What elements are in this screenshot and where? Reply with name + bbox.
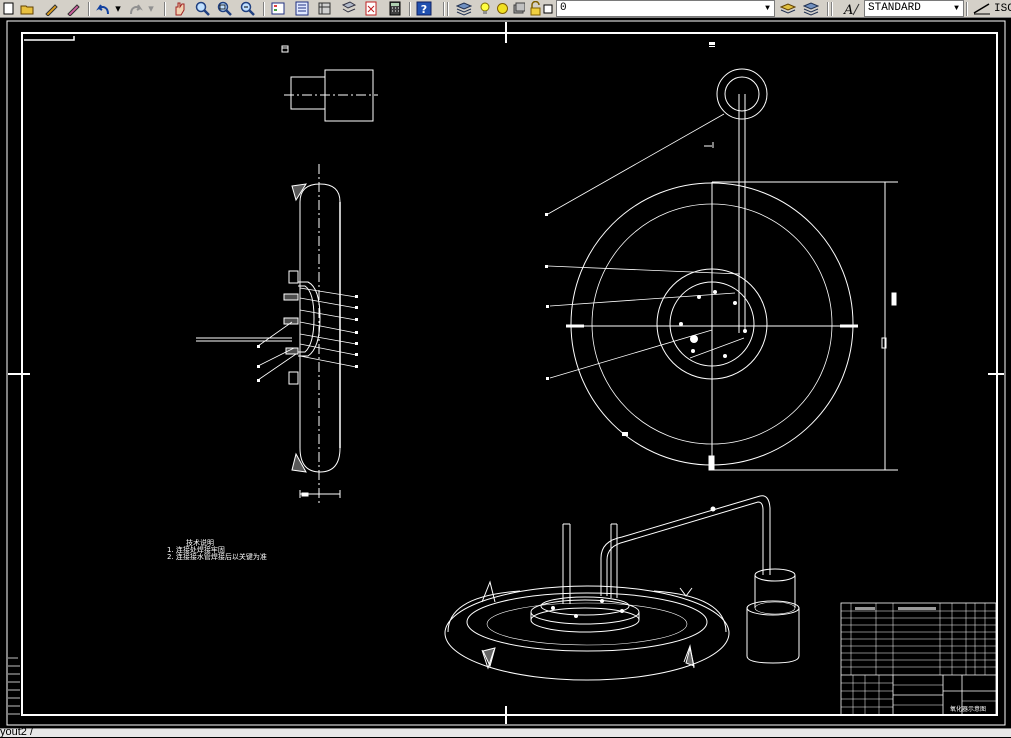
freeze-icon[interactable] — [511, 0, 525, 17]
text-style-combo[interactable]: STANDARD ▼ — [864, 0, 964, 17]
layer-combo-value: 0 — [560, 2, 567, 14]
svg-text:A: A — [843, 3, 853, 16]
dim-style-icon[interactable] — [971, 0, 993, 17]
layout-tab[interactable]: yout2 / — [0, 726, 33, 738]
open-icon[interactable] — [19, 0, 35, 17]
plan-view — [545, 42, 898, 471]
drawing-canvas[interactable]: 技术说明 1. 连接处焊接牢固 2. 连接接水管焊接后以关键为准 氧化器示意图 — [0, 18, 1011, 728]
title-block-drawing-name: 氧化器示意图 — [950, 705, 986, 713]
tool-palettes-icon[interactable] — [316, 0, 334, 17]
lock-icon[interactable] — [528, 0, 542, 17]
markup-icon[interactable] — [362, 0, 380, 17]
zoom-previous-icon[interactable] — [239, 0, 257, 17]
outer-frame — [6, 20, 1006, 726]
layer-state-icon[interactable] — [802, 0, 820, 17]
zoom-window-icon[interactable] — [216, 0, 234, 17]
redo-dropdown-icon[interactable]: ▾ — [146, 0, 156, 17]
text-style-icon[interactable]: A — [840, 0, 862, 17]
calculator-icon[interactable] — [386, 0, 404, 17]
eraser-icon[interactable] — [65, 0, 81, 17]
properties-icon[interactable] — [269, 0, 287, 17]
help-icon[interactable]: ? — [415, 0, 433, 17]
standard-toolbar: ▾ ▾ ? 0 ▼ A STANDARD ▼ ISC — [0, 0, 1011, 18]
layer-manager-icon[interactable] — [455, 0, 473, 17]
section-view — [196, 164, 358, 504]
svg-text:?: ? — [421, 3, 427, 16]
technical-notes-line-2: 2. 连接接水管焊接后以关键为准 — [167, 552, 267, 561]
design-center-icon[interactable] — [293, 0, 311, 17]
text-style-combo-value: STANDARD — [868, 2, 921, 14]
sun-icon[interactable] — [495, 0, 509, 17]
layer-previous-icon[interactable] — [779, 0, 797, 17]
redo-icon[interactable] — [128, 0, 144, 17]
color-square-icon — [542, 0, 554, 17]
detail-view — [284, 69, 378, 122]
dim-style-clip: ISC — [994, 2, 1011, 15]
chevron-down-icon[interactable]: ▼ — [762, 2, 773, 15]
undo-dropdown-icon[interactable]: ▾ — [113, 0, 123, 17]
new-icon[interactable] — [2, 0, 16, 17]
bulb-icon[interactable] — [479, 0, 491, 17]
layer-combo[interactable]: 0 ▼ — [556, 0, 775, 17]
isometric-view — [444, 495, 800, 681]
chevron-down-icon[interactable]: ▼ — [951, 2, 962, 15]
undo-icon[interactable] — [94, 0, 112, 17]
pencil-icon[interactable] — [43, 0, 59, 17]
layout-tabs-bar: yout2 / — [0, 726, 1011, 738]
pan-icon[interactable] — [171, 0, 189, 17]
sheet-set-icon[interactable] — [340, 0, 358, 17]
title-block — [840, 602, 997, 716]
zoom-realtime-icon[interactable] — [194, 0, 212, 17]
